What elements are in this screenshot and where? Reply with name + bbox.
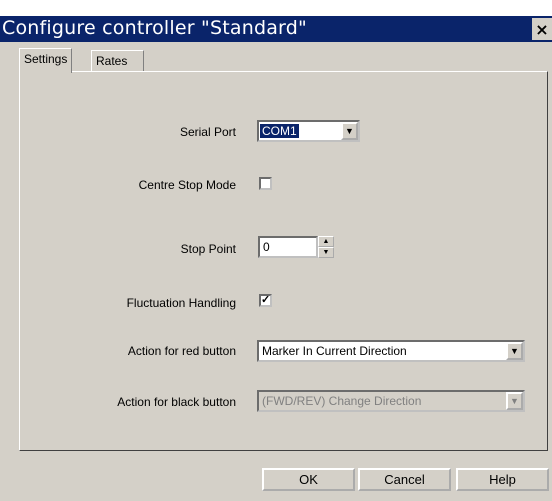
settings-panel: Serial Port COM1 ▼ Centre Stop Mode Stop… <box>19 71 548 451</box>
red-button-value: Marker In Current Direction <box>262 344 407 358</box>
tab-settings[interactable]: Settings <box>19 48 73 73</box>
centre-stop-mode-checkbox[interactable] <box>259 177 272 190</box>
window-title: Configure controller "Standard" <box>2 17 307 39</box>
serial-port-value: COM1 <box>260 124 299 138</box>
title-bar[interactable]: Configure controller "Standard" × <box>0 16 552 42</box>
black-button-select[interactable]: (FWD/REV) Change Direction ▼ <box>257 390 525 412</box>
spin-up-icon[interactable]: ▲ <box>318 236 334 247</box>
spin-down-icon[interactable]: ▼ <box>318 247 334 258</box>
checkmark-icon: ✓ <box>261 294 271 306</box>
tab-rates[interactable]: Rates <box>91 50 144 72</box>
dialog-window: Configure controller "Standard" × Settin… <box>0 0 552 501</box>
serial-port-label: Serial Port <box>179 125 236 139</box>
black-button-value: (FWD/REV) Change Direction <box>262 394 422 408</box>
fluctuation-handling-checkbox[interactable]: ✓ <box>259 294 272 307</box>
black-button-label: Action for black button <box>117 395 236 409</box>
dropdown-arrow-icon[interactable]: ▼ <box>506 342 523 360</box>
dropdown-arrow-icon[interactable]: ▼ <box>506 392 523 410</box>
red-button-select[interactable]: Marker In Current Direction ▼ <box>257 340 525 362</box>
dropdown-arrow-icon[interactable]: ▼ <box>341 122 358 140</box>
close-icon[interactable]: × <box>532 18 552 40</box>
ok-button[interactable]: OK <box>262 468 355 491</box>
cancel-button[interactable]: Cancel <box>358 468 451 491</box>
centre-stop-mode-label: Centre Stop Mode <box>138 178 236 192</box>
stop-point-spinner[interactable]: ▲ ▼ <box>318 236 334 258</box>
help-button[interactable]: Help <box>456 468 549 491</box>
red-button-label: Action for red button <box>127 344 236 358</box>
top-strip <box>0 0 552 16</box>
stop-point-input[interactable]: 0 <box>258 236 318 258</box>
stop-point-label: Stop Point <box>180 242 236 256</box>
fluctuation-handling-label: Fluctuation Handling <box>126 296 236 310</box>
serial-port-select[interactable]: COM1 ▼ <box>257 120 360 142</box>
